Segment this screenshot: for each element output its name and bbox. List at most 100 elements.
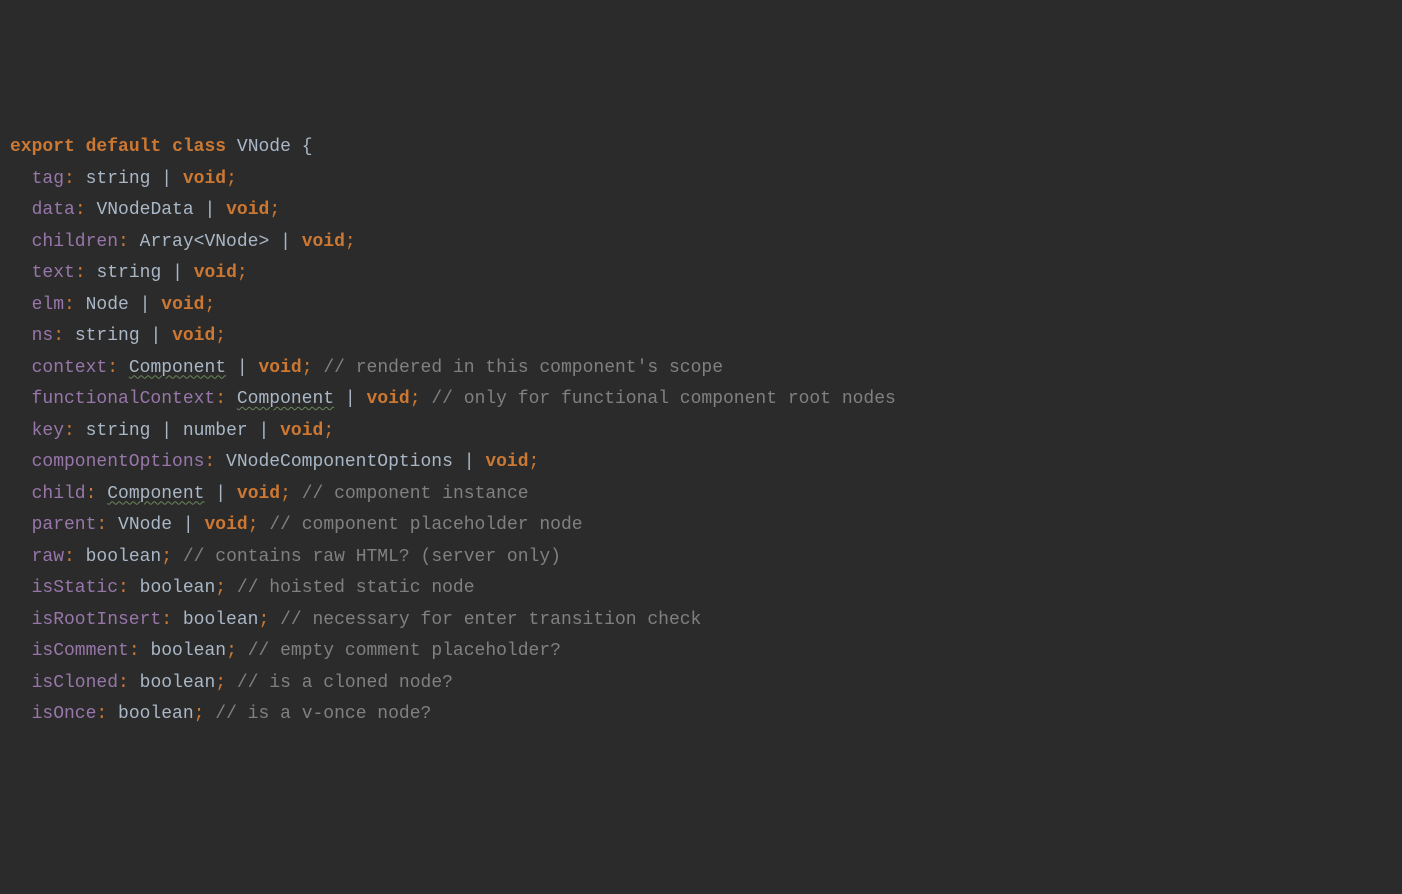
type-annotation: Node (86, 295, 129, 315)
type-annotation: Component (107, 484, 204, 504)
semicolon: ; (215, 578, 226, 598)
colon: : (64, 295, 75, 315)
semicolon: ; (194, 704, 205, 724)
colon: : (204, 452, 215, 472)
property-name: componentOptions (32, 452, 205, 472)
keyword-void: void (259, 358, 302, 378)
comment: // empty comment placeholder? (248, 641, 561, 661)
colon: : (64, 547, 75, 567)
type-annotation: string (86, 169, 151, 189)
property-name: isOnce (32, 704, 97, 724)
comment: // component placeholder node (269, 515, 582, 535)
property-name: key (32, 421, 64, 441)
property-name: isComment (32, 641, 129, 661)
property-name: ns (32, 326, 54, 346)
semicolon: ; (215, 326, 226, 346)
class-declaration-line: export default class VNode { (10, 132, 1402, 164)
comment: // hoisted static node (237, 578, 475, 598)
comment: // only for functional component root no… (431, 389, 895, 409)
type-annotation: string (75, 326, 140, 346)
semicolon: ; (410, 389, 421, 409)
property-name: isCloned (32, 673, 118, 693)
property-name: text (32, 263, 75, 283)
property-name: children (32, 232, 118, 252)
semicolon: ; (226, 169, 237, 189)
property-name: functionalContext (32, 389, 216, 409)
property-line: text: string | void; (10, 258, 1402, 290)
semicolon: ; (215, 673, 226, 693)
pipe: | (237, 358, 248, 378)
comment: // contains raw HTML? (server only) (183, 547, 561, 567)
property-line: key: string | number | void; (10, 416, 1402, 448)
property-line: elm: Node | void; (10, 290, 1402, 322)
property-line: children: Array<VNode> | void; (10, 227, 1402, 259)
keyword-void: void (194, 263, 237, 283)
property-line: isStatic: boolean; // hoisted static nod… (10, 573, 1402, 605)
semicolon: ; (258, 610, 269, 630)
comment: // rendered in this component's scope (323, 358, 723, 378)
semicolon: ; (529, 452, 540, 472)
type-annotation: Component (237, 389, 334, 409)
pipe: | (140, 295, 151, 315)
colon: : (118, 578, 129, 598)
keyword-void: void (204, 515, 247, 535)
type-annotation: boolean (140, 673, 216, 693)
property-line: isComment: boolean; // empty comment pla… (10, 636, 1402, 668)
property-line: parent: VNode | void; // component place… (10, 510, 1402, 542)
type-annotation: string (86, 421, 151, 441)
property-line: ns: string | void; (10, 321, 1402, 353)
property-name: child (32, 484, 86, 504)
semicolon: ; (280, 484, 291, 504)
keyword-void: void (367, 389, 410, 409)
code-editor[interactable]: export default class VNode {tag: string … (10, 132, 1402, 731)
keyword-void: void (237, 484, 280, 504)
property-line: tag: string | void; (10, 164, 1402, 196)
pipe: | (215, 484, 226, 504)
semicolon: ; (205, 295, 216, 315)
property-line: isCloned: boolean; // is a cloned node? (10, 668, 1402, 700)
type-annotation: VNodeComponentOptions (226, 452, 453, 472)
semicolon: ; (302, 358, 313, 378)
keyword-void: void (280, 421, 323, 441)
property-line: raw: boolean; // contains raw HTML? (ser… (10, 542, 1402, 574)
pipe: | (464, 452, 475, 472)
pipe: | (161, 169, 172, 189)
property-line: functionalContext: Component | void; // … (10, 384, 1402, 416)
colon: : (86, 484, 97, 504)
comment: // is a cloned node? (237, 673, 453, 693)
property-name: data (32, 200, 75, 220)
colon: : (75, 200, 86, 220)
type-annotation: boolean (118, 704, 194, 724)
property-line: componentOptions: VNodeComponentOptions … (10, 447, 1402, 479)
pipe: | (204, 200, 215, 220)
type-annotation: boolean (140, 578, 216, 598)
colon: : (64, 169, 75, 189)
comment: // necessary for enter transition check (280, 610, 701, 630)
semicolon: ; (345, 232, 356, 252)
colon: : (129, 641, 140, 661)
property-line: isOnce: boolean; // is a v-once node? (10, 699, 1402, 731)
brace-open: { (302, 137, 313, 157)
type-annotation: Array<VNode> (140, 232, 270, 252)
pipe: | (150, 326, 161, 346)
property-name: elm (32, 295, 64, 315)
colon: : (75, 263, 86, 283)
type-annotation: Component (129, 358, 226, 378)
pipe: | (280, 232, 291, 252)
property-name: tag (32, 169, 64, 189)
keyword-void: void (302, 232, 345, 252)
colon: : (215, 389, 226, 409)
comment: // is a v-once node? (215, 704, 431, 724)
colon: : (64, 421, 75, 441)
semicolon: ; (161, 547, 172, 567)
comment: // component instance (302, 484, 529, 504)
keyword-void: void (172, 326, 215, 346)
semicolon: ; (248, 515, 259, 535)
property-line: context: Component | void; // rendered i… (10, 353, 1402, 385)
keyword-void: void (485, 452, 528, 472)
semicolon: ; (226, 641, 237, 661)
colon: : (161, 610, 172, 630)
pipe: | (259, 421, 270, 441)
property-name: raw (32, 547, 64, 567)
type-annotation: boolean (150, 641, 226, 661)
